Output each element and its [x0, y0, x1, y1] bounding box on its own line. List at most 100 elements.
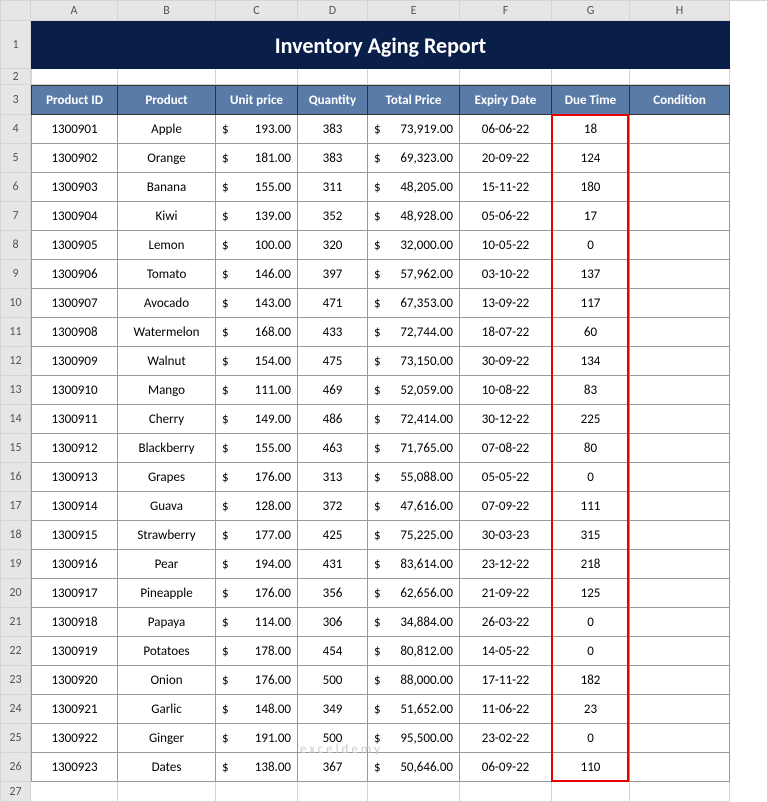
row-header[interactable]: 21 [1, 608, 31, 637]
blank-cell[interactable] [118, 69, 216, 85]
row-header[interactable]: 17 [1, 492, 31, 521]
cell-due-time[interactable]: 0 [552, 637, 630, 666]
cell-expiry[interactable]: 30-09-22 [460, 347, 552, 376]
cell-product-id[interactable]: 1300920 [31, 666, 118, 695]
table-header[interactable]: Quantity [298, 85, 368, 115]
cell-condition[interactable] [630, 318, 730, 347]
cell-product-id[interactable]: 1300921 [31, 695, 118, 724]
cell-quantity[interactable]: 352 [298, 202, 368, 231]
empty-cell[interactable] [552, 782, 630, 802]
cell-condition[interactable] [630, 724, 730, 753]
cell-product[interactable]: Tomato [118, 260, 216, 289]
cell-total-price[interactable]: $50,646.00 [368, 753, 460, 782]
row-header[interactable]: 26 [1, 753, 31, 782]
cell-quantity[interactable]: 397 [298, 260, 368, 289]
cell-product[interactable]: Blackberry [118, 434, 216, 463]
cell-unit-price[interactable]: $168.00 [216, 318, 298, 347]
col-header[interactable]: F [460, 1, 552, 21]
cell-due-time[interactable]: 180 [552, 173, 630, 202]
cell-condition[interactable] [630, 260, 730, 289]
cell-quantity[interactable]: 469 [298, 376, 368, 405]
cell-due-time[interactable]: 137 [552, 260, 630, 289]
cell-due-time[interactable]: 315 [552, 521, 630, 550]
row-header[interactable]: 3 [1, 85, 31, 115]
cell-product-id[interactable]: 1300916 [31, 550, 118, 579]
cell-due-time[interactable]: 18 [552, 115, 630, 144]
cell-product-id[interactable]: 1300913 [31, 463, 118, 492]
cell-total-price[interactable]: $71,765.00 [368, 434, 460, 463]
cell-total-price[interactable]: $67,353.00 [368, 289, 460, 318]
cell-quantity[interactable]: 475 [298, 347, 368, 376]
cell-unit-price[interactable]: $146.00 [216, 260, 298, 289]
cell-condition[interactable] [630, 521, 730, 550]
cell-quantity[interactable]: 372 [298, 492, 368, 521]
cell-total-price[interactable]: $48,205.00 [368, 173, 460, 202]
cell-expiry[interactable]: 20-09-22 [460, 144, 552, 173]
cell-condition[interactable] [630, 144, 730, 173]
cell-product[interactable]: Strawberry [118, 521, 216, 550]
cell-condition[interactable] [630, 347, 730, 376]
row-header[interactable]: 24 [1, 695, 31, 724]
row-header[interactable]: 22 [1, 637, 31, 666]
cell-expiry[interactable]: 05-05-22 [460, 463, 552, 492]
cell-product[interactable]: Apple [118, 115, 216, 144]
cell-expiry[interactable]: 10-05-22 [460, 231, 552, 260]
blank-cell[interactable] [552, 69, 630, 85]
cell-quantity[interactable]: 367 [298, 753, 368, 782]
cell-due-time[interactable]: 218 [552, 550, 630, 579]
cell-total-price[interactable]: $80,812.00 [368, 637, 460, 666]
cell-unit-price[interactable]: $193.00 [216, 115, 298, 144]
cell-quantity[interactable]: 500 [298, 666, 368, 695]
cell-condition[interactable] [630, 550, 730, 579]
row-header[interactable]: 10 [1, 289, 31, 318]
cell-unit-price[interactable]: $149.00 [216, 405, 298, 434]
row-header[interactable]: 1 [1, 21, 31, 69]
cell-expiry[interactable]: 14-05-22 [460, 637, 552, 666]
cell-unit-price[interactable]: $154.00 [216, 347, 298, 376]
col-header[interactable]: E [368, 1, 460, 21]
cell-product[interactable]: Potatoes [118, 637, 216, 666]
cell-product-id[interactable]: 1300904 [31, 202, 118, 231]
cell-total-price[interactable]: $72,744.00 [368, 318, 460, 347]
cell-product[interactable]: Onion [118, 666, 216, 695]
row-header[interactable]: 15 [1, 434, 31, 463]
cell-unit-price[interactable]: $155.00 [216, 173, 298, 202]
cell-total-price[interactable]: $75,225.00 [368, 521, 460, 550]
cell-total-price[interactable]: $51,652.00 [368, 695, 460, 724]
cell-product[interactable]: Orange [118, 144, 216, 173]
cell-quantity[interactable]: 311 [298, 173, 368, 202]
cell-product[interactable]: Banana [118, 173, 216, 202]
cell-unit-price[interactable]: $194.00 [216, 550, 298, 579]
row-header[interactable]: 8 [1, 231, 31, 260]
cell-product-id[interactable]: 1300901 [31, 115, 118, 144]
table-header[interactable]: Due Time [552, 85, 630, 115]
cell-unit-price[interactable]: $176.00 [216, 463, 298, 492]
cell-condition[interactable] [630, 231, 730, 260]
empty-cell[interactable] [31, 782, 118, 802]
cell-unit-price[interactable]: $177.00 [216, 521, 298, 550]
row-header[interactable]: 12 [1, 347, 31, 376]
blank-cell[interactable] [630, 69, 730, 85]
cell-due-time[interactable]: 80 [552, 434, 630, 463]
col-header[interactable]: C [216, 1, 298, 21]
cell-total-price[interactable]: $72,414.00 [368, 405, 460, 434]
cell-unit-price[interactable]: $100.00 [216, 231, 298, 260]
cell-expiry[interactable]: 13-09-22 [460, 289, 552, 318]
cell-total-price[interactable]: $62,656.00 [368, 579, 460, 608]
cell-due-time[interactable]: 0 [552, 463, 630, 492]
cell-product[interactable]: Kiwi [118, 202, 216, 231]
empty-cell[interactable] [368, 782, 460, 802]
row-header[interactable]: 7 [1, 202, 31, 231]
cell-unit-price[interactable]: $176.00 [216, 579, 298, 608]
row-header[interactable]: 6 [1, 173, 31, 202]
cell-product[interactable]: Walnut [118, 347, 216, 376]
cell-condition[interactable] [630, 666, 730, 695]
cell-due-time[interactable]: 117 [552, 289, 630, 318]
table-header[interactable]: Product [118, 85, 216, 115]
cell-product[interactable]: Avocado [118, 289, 216, 318]
cell-total-price[interactable]: $73,150.00 [368, 347, 460, 376]
cell-product-id[interactable]: 1300912 [31, 434, 118, 463]
cell-product-id[interactable]: 1300902 [31, 144, 118, 173]
table-header[interactable]: Total Price [368, 85, 460, 115]
cell-unit-price[interactable]: $111.00 [216, 376, 298, 405]
